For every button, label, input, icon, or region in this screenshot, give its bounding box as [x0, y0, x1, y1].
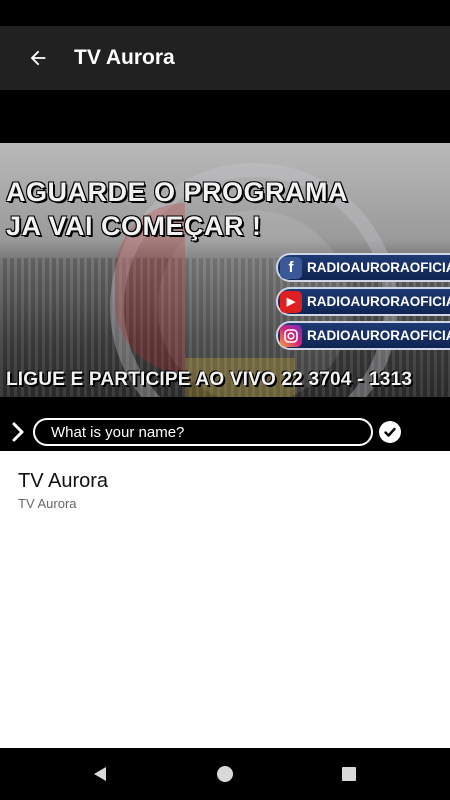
circle-home-icon — [217, 766, 233, 782]
promo-headline-line: JA VAI COMEÇAR ! — [6, 211, 262, 241]
youtube-icon: ▶ — [280, 290, 302, 313]
arrow-left-icon — [30, 50, 46, 66]
name-bar — [0, 414, 450, 450]
square-recents-icon — [342, 767, 356, 781]
nav-home-button[interactable] — [195, 748, 255, 800]
promo-headline-line: AGUARDE O PROGRAMA — [6, 177, 349, 207]
chevron-right-icon[interactable] — [8, 422, 28, 442]
nav-back-button[interactable] — [70, 748, 130, 800]
social-row-facebook: f RADIOAURORAOFICIAL — [276, 253, 450, 282]
status-bar — [0, 0, 450, 26]
app-bar: TV Aurora — [0, 26, 450, 90]
submit-name-button[interactable] — [379, 421, 401, 443]
page-title: TV Aurora — [74, 46, 175, 69]
social-row-youtube: ▶ RADIOAURORAOFICIAL — [276, 287, 450, 316]
nav-recents-button[interactable] — [319, 748, 379, 800]
social-row-instagram: RADIOAURORAOFICIAL_ — [276, 321, 450, 350]
channel-subtitle: TV Aurora — [18, 496, 77, 511]
name-input[interactable] — [33, 418, 373, 446]
social-handle: RADIOAURORAOFICIAL — [307, 294, 450, 309]
back-button[interactable] — [24, 44, 52, 72]
social-handle: RADIOAURORAOFICIAL_ — [307, 328, 450, 343]
instagram-icon — [280, 324, 302, 347]
check-circle-icon — [384, 427, 396, 437]
video-frame: AGUARDE O PROGRAMA JA VAI COMEÇAR ! f RA… — [0, 143, 450, 397]
social-handle: RADIOAURORAOFICIAL — [307, 260, 450, 275]
call-in-line: LIGUE E PARTICIPE AO VIVO 22 3704 - 1313 — [6, 369, 413, 390]
triangle-back-icon — [94, 767, 106, 781]
facebook-icon: f — [280, 256, 302, 279]
promo-headline: AGUARDE O PROGRAMA JA VAI COMEÇAR ! — [6, 175, 348, 243]
system-nav-bar — [0, 748, 450, 800]
channel-title: TV Aurora — [18, 470, 109, 492]
